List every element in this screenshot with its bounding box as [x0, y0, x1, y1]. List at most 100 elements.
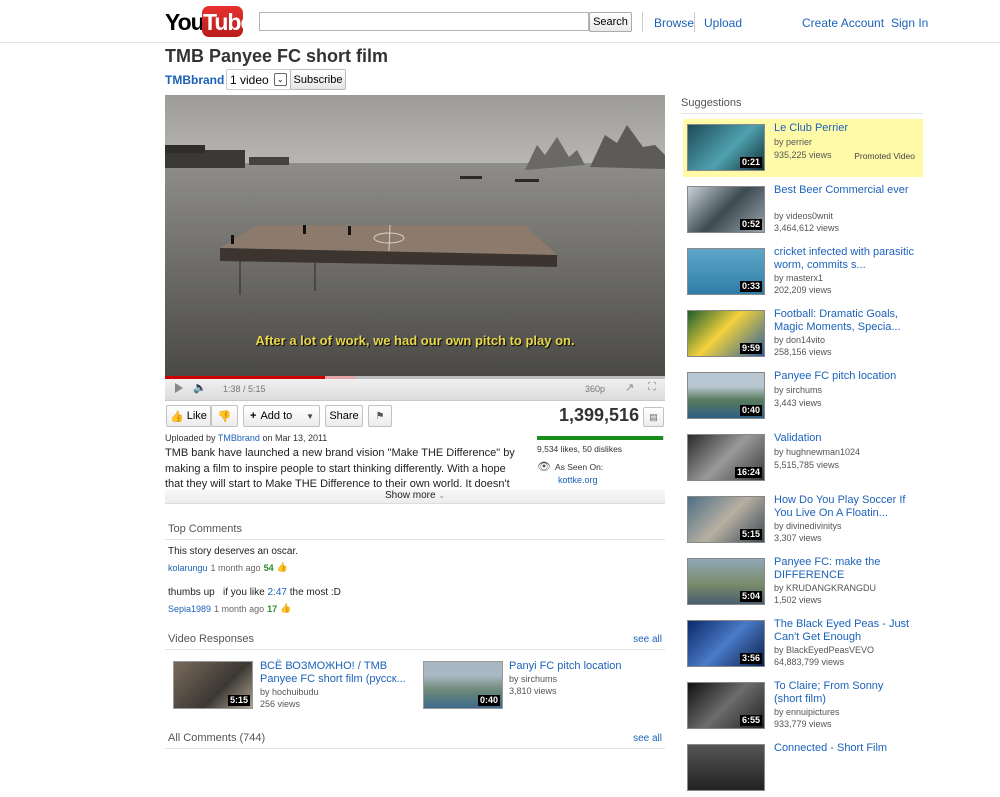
- show-more-label: Show more: [384, 490, 436, 501]
- suggestion-item[interactable]: 9:59 Football: Dramatic Goals, Magic Mome…: [683, 305, 923, 363]
- video-count-label: 1 video: [230, 72, 269, 87]
- sign-in-link[interactable]: Sign In: [891, 16, 928, 30]
- show-more-button[interactable]: Show more ⌄: [165, 490, 665, 504]
- suggestion-views: 3,464,612 views: [774, 223, 840, 233]
- suggestion-item[interactable]: 5:04 Panyee FC: make the DIFFERENCE by KRU…: [683, 553, 923, 611]
- youtube-logo[interactable]: You Tube: [165, 6, 253, 38]
- add-to-label: Add to: [260, 410, 293, 422]
- comment-author-link[interactable]: Sepia1989: [168, 604, 211, 614]
- create-account-link[interactable]: Create Account: [802, 16, 884, 30]
- search-button[interactable]: Search: [589, 12, 632, 32]
- share-button[interactable]: Share: [325, 405, 363, 427]
- comment-author-link[interactable]: kolarungu: [168, 563, 208, 573]
- suggestion-item[interactable]: 3:56 The Black Eyed Peas - Just Can't Get…: [683, 615, 923, 673]
- suggestion-item[interactable]: 5:15 How Do You Play Soccer If You Live O…: [683, 491, 923, 549]
- response-title-link[interactable]: Panyi FC pitch location: [509, 660, 659, 673]
- like-label: Like: [186, 410, 207, 422]
- response-title-link[interactable]: ВСЁ ВОЗМОЖНО! / TMB Panyee FC short film…: [260, 660, 410, 685]
- add-to-button[interactable]: + Add to ▼: [243, 405, 320, 427]
- suggestion-item[interactable]: 0:33 cricket infected with parasitic worm…: [683, 243, 923, 301]
- comment-time-link[interactable]: 2:47: [268, 587, 287, 598]
- browse-link[interactable]: Browse: [654, 16, 694, 30]
- duration-badge: 5:15: [227, 695, 250, 706]
- video-responses-header: Video Responses see all: [165, 628, 665, 650]
- player-controls: 🔈 1:38 / 5:15 360p ↗ ⛶: [165, 376, 665, 401]
- as-seen-on-link[interactable]: kottke.org: [558, 475, 598, 485]
- thumbs-up-icon[interactable]: 👍: [277, 562, 288, 573]
- subscribe-button[interactable]: Subscribe: [290, 69, 346, 90]
- uploader-link[interactable]: TMBbrand: [218, 433, 260, 443]
- dislike-button[interactable]: 👎: [211, 405, 238, 427]
- suggestion-views: 1,502 views: [774, 595, 822, 605]
- response-views: 256 views: [260, 699, 301, 709]
- comment-age: 1 month ago: [210, 562, 261, 573]
- flag-button[interactable]: ⚑: [368, 405, 392, 427]
- suggestion-title-link[interactable]: Football: Dramatic Goals, Magic Moments,…: [774, 308, 914, 333]
- top-comments-header: Top Comments: [165, 518, 665, 540]
- suggestion-title-link[interactable]: Connected - Short Film: [774, 742, 914, 755]
- volume-icon[interactable]: 🔈: [193, 381, 207, 394]
- suggestion-thumbnail[interactable]: 0:52: [687, 186, 765, 233]
- suggestion-title-link[interactable]: How Do You Play Soccer If You Live On A …: [774, 494, 914, 519]
- suggestion-author: by BlackEyedPeasVEVO: [774, 645, 875, 655]
- suggestion-thumbnail[interactable]: 16:24: [687, 434, 765, 481]
- response-thumbnail[interactable]: 0:40: [423, 661, 503, 709]
- response-author: by hochuibudu: [260, 687, 319, 697]
- fullscreen-icon[interactable]: ⛶: [648, 381, 656, 394]
- suggestion-thumbnail[interactable]: 9:59: [687, 310, 765, 357]
- flag-icon: ⚑: [375, 410, 385, 422]
- suggestion-item[interactable]: 0:52 Best Beer Commercial ever by videos0w…: [683, 181, 923, 239]
- suggestion-author: by videos0wnit: [774, 211, 834, 221]
- suggestion-thumbnail[interactable]: 0:40: [687, 372, 765, 419]
- channel-link[interactable]: TMBbrand: [165, 73, 224, 87]
- video-player[interactable]: After a lot of work, we had our own pitc…: [165, 95, 665, 376]
- suggestion-item[interactable]: 16:24 Validation by hughnewman1024 5,515,78…: [683, 429, 923, 487]
- suggestion-title-link[interactable]: The Black Eyed Peas - Just Can't Get Eno…: [774, 618, 914, 643]
- suggestion-title-link[interactable]: To Claire; From Sonny (short film): [774, 680, 914, 705]
- suggestion-thumbnail[interactable]: 3:56: [687, 620, 765, 667]
- suggestion-thumbnail[interactable]: 5:04: [687, 558, 765, 605]
- suggestion-views: 202,209 views: [774, 285, 832, 295]
- stats-icon: ▤: [649, 411, 658, 422]
- likes-dislikes-count: 9,534 likes, 50 dislikes: [537, 444, 623, 454]
- duration-badge: 0:40: [739, 405, 762, 416]
- suggestion-title-link[interactable]: cricket infected with parasitic worm, co…: [774, 246, 914, 271]
- play-icon[interactable]: [175, 383, 183, 393]
- see-all-link[interactable]: see all: [633, 733, 662, 744]
- suggestion-item[interactable]: Connected - Short Film: [683, 739, 923, 797]
- all-comments-header: All Comments (744) see all: [165, 727, 665, 749]
- video-count-dropdown[interactable]: 1 video ⌄: [226, 69, 291, 90]
- quality-selector[interactable]: 360p: [585, 384, 605, 394]
- search-input[interactable]: [259, 12, 589, 31]
- suggestion-title-link[interactable]: Panyee FC pitch location: [774, 370, 914, 383]
- suggestion-thumbnail[interactable]: [687, 744, 765, 791]
- suggestion-title-link[interactable]: Validation: [774, 432, 914, 445]
- duration-badge: 5:15: [739, 529, 762, 540]
- plus-icon: +: [250, 410, 257, 422]
- upload-date: on Mar 13, 2011: [262, 433, 328, 443]
- suggestion-author: by sirchums: [774, 385, 823, 395]
- suggestion-title-link[interactable]: Panyee FC: make the DIFFERENCE: [774, 556, 914, 581]
- suggestion-thumbnail[interactable]: 0:33: [687, 248, 765, 295]
- upload-link[interactable]: Upload: [704, 16, 742, 30]
- progress-bar[interactable]: [165, 376, 665, 379]
- popout-icon[interactable]: ↗: [625, 381, 634, 394]
- suggestion-author: by divinedivinitys: [774, 521, 842, 531]
- duration-badge: 16:24: [734, 467, 762, 478]
- suggestion-views: 5,515,785 views: [774, 460, 840, 470]
- suggestion-title-link[interactable]: Best Beer Commercial ever: [774, 184, 914, 197]
- suggestion-item[interactable]: 0:21 Le Club Perrier by perrier 935,225 vie…: [683, 119, 923, 177]
- suggestion-thumbnail[interactable]: 6:55: [687, 682, 765, 729]
- comment-text-part: the most :D: [286, 587, 341, 598]
- see-all-link[interactable]: see all: [633, 634, 662, 645]
- response-thumbnail[interactable]: 5:15: [173, 661, 253, 709]
- logo-you: You: [165, 9, 205, 35]
- like-button[interactable]: 👍 Like: [166, 405, 211, 427]
- suggestion-thumbnail[interactable]: 5:15: [687, 496, 765, 543]
- suggestion-thumbnail[interactable]: 0:21: [687, 124, 765, 171]
- suggestion-title-link[interactable]: Le Club Perrier: [774, 122, 914, 135]
- suggestion-item[interactable]: 6:55 To Claire; From Sonny (short film) by…: [683, 677, 923, 735]
- stats-button[interactable]: ▤: [643, 407, 664, 427]
- thumbs-up-icon[interactable]: 👍: [280, 603, 291, 614]
- suggestion-item[interactable]: 0:40 Panyee FC pitch location by sirchums 3…: [683, 367, 923, 425]
